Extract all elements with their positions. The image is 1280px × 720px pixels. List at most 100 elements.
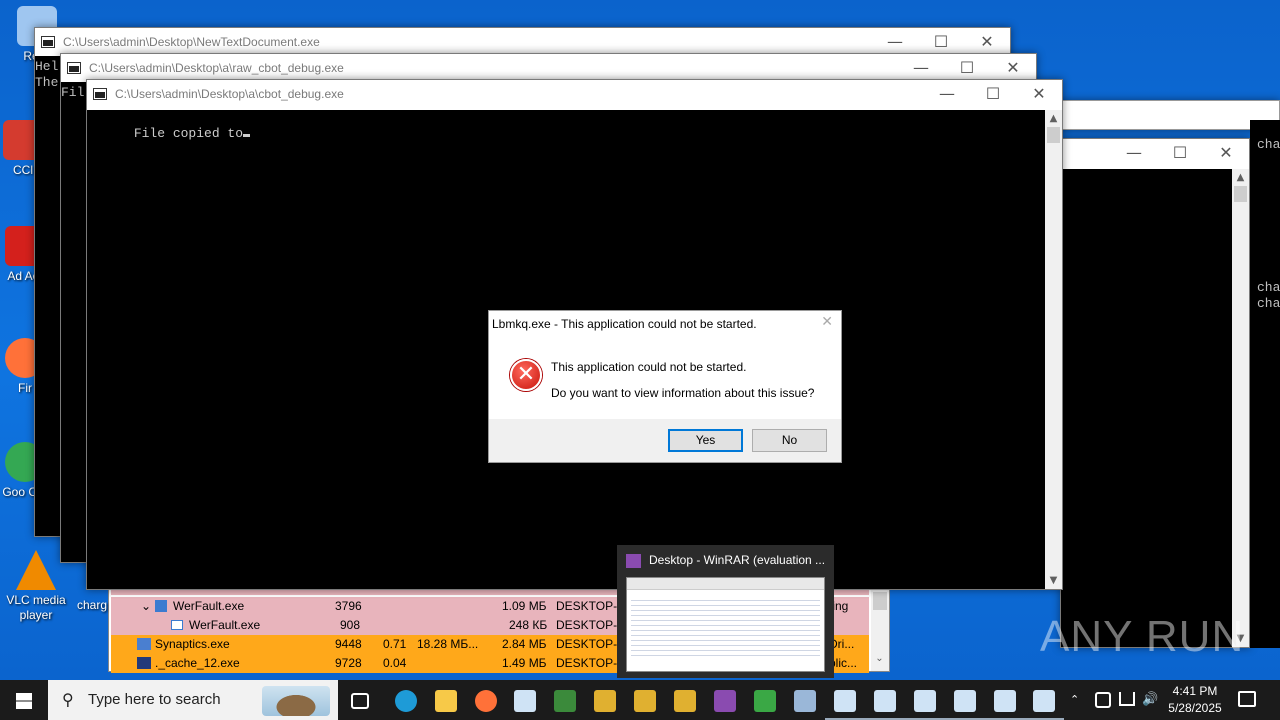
notification-center-icon[interactable] xyxy=(1238,691,1256,707)
dialog-question: Do you want to view information about th… xyxy=(551,386,815,400)
right-console-strip: cha cha cha xyxy=(1250,120,1280,648)
scroll-thumb[interactable] xyxy=(1047,127,1060,143)
window-title: C:\Users\admin\Desktop\a\cbot_debug.exe xyxy=(115,87,344,101)
chip-app-icon xyxy=(554,689,576,712)
taskbar-app-button[interactable] xyxy=(905,680,945,720)
taskbar-app-button[interactable] xyxy=(340,680,380,720)
console-line: File copied to xyxy=(133,126,244,141)
file-explorer-icon xyxy=(435,689,457,712)
console-app-icon xyxy=(41,36,55,48)
process-icon xyxy=(171,620,183,630)
taskbar-app-button[interactable] xyxy=(585,680,625,720)
network-icon[interactable] xyxy=(1119,692,1135,706)
clock-date: 5/28/2025 xyxy=(1168,701,1222,715)
console-window-icon xyxy=(514,689,536,712)
clock-time: 4:41 PM xyxy=(1172,684,1218,698)
vertical-scrollbar[interactable]: ▲ ▼ xyxy=(1232,169,1249,647)
scroll-thumb[interactable] xyxy=(873,592,887,610)
background-console-window[interactable] xyxy=(1040,100,1280,130)
close-button[interactable]: ✕ xyxy=(964,28,1010,56)
title-bar[interactable]: C:\Users\admin\Desktop\a\cbot_debug.exe … xyxy=(87,80,1062,108)
taskbar-app-button[interactable] xyxy=(545,680,585,720)
console-app-icon xyxy=(93,88,107,100)
firefox-icon xyxy=(475,689,497,712)
console-output xyxy=(1061,169,1232,647)
process-icon xyxy=(137,638,151,650)
scroll-up-icon[interactable]: ▲ xyxy=(1045,110,1062,127)
minimize-button[interactable]: — xyxy=(898,54,944,82)
maximize-button[interactable]: ☐ xyxy=(944,54,990,82)
process-icon xyxy=(137,657,151,669)
start-button[interactable] xyxy=(4,680,44,720)
taskbar-app-button[interactable] xyxy=(785,680,825,720)
window-title: C:\Users\admin\Desktop\a\raw_cbot_debug.… xyxy=(89,61,344,75)
scroll-down-icon[interactable]: ⌄ xyxy=(871,650,888,667)
title-bar[interactable]: — ☐ ✕ xyxy=(1061,139,1249,167)
network-app-icon xyxy=(794,689,816,712)
vertical-scrollbar[interactable]: ▲ ▼ xyxy=(1045,110,1062,589)
tray-app-icon[interactable] xyxy=(1095,692,1111,708)
process-icon xyxy=(155,600,167,612)
maximize-button[interactable]: ☐ xyxy=(918,28,964,56)
dialog-close-button[interactable]: ✕ xyxy=(821,314,833,330)
taskbar-app-button[interactable] xyxy=(665,680,705,720)
search-icon: ⚲ xyxy=(62,690,74,709)
yes-button[interactable]: Yes xyxy=(668,429,743,452)
taskbar-app-button[interactable] xyxy=(466,680,506,720)
key-icon xyxy=(594,689,616,712)
close-button[interactable]: ✕ xyxy=(1016,80,1062,108)
background-console-window-2[interactable]: — ☐ ✕ ▲ ▼ xyxy=(1060,138,1250,648)
taskbar-app-button[interactable] xyxy=(825,680,865,720)
vertical-scrollbar[interactable]: ⌄ xyxy=(871,578,889,671)
taskbar-app-button[interactable] xyxy=(945,680,985,720)
thumbnail-toolbar xyxy=(627,578,824,590)
search-box[interactable]: ⚲ Type here to search xyxy=(48,680,338,720)
search-placeholder: Type here to search xyxy=(88,691,221,708)
taskbar-app-button[interactable] xyxy=(985,680,1025,720)
thumbnail-file-list xyxy=(631,596,820,656)
taskbar-app-button[interactable] xyxy=(505,680,545,720)
download-icon xyxy=(874,689,896,712)
console-window-icon xyxy=(954,689,976,712)
desktop: Recy CCl Ad Acr Fir Goo Chr VLC media pl… xyxy=(0,0,1280,680)
taskbar-app-button[interactable] xyxy=(1024,680,1064,720)
taskbar-app-button[interactable] xyxy=(865,680,905,720)
taskbar-thumbnail-preview[interactable]: Desktop - WinRAR (evaluation ... xyxy=(617,545,834,678)
console-window-icon xyxy=(834,689,856,712)
task-view-icon xyxy=(351,692,369,709)
taskbar-app-button[interactable] xyxy=(386,680,426,720)
error-dialog[interactable]: Lbmkq.exe - This application could not b… xyxy=(488,310,842,463)
minimize-button[interactable]: — xyxy=(872,28,918,56)
thumbnail-image xyxy=(626,577,825,672)
taskbar-app-button[interactable] xyxy=(705,680,745,720)
vlc-icon xyxy=(16,550,56,590)
text-cursor xyxy=(243,134,251,137)
h-app-icon xyxy=(754,689,776,712)
taskbar-app-button[interactable] xyxy=(745,680,785,720)
maximize-button[interactable]: ☐ xyxy=(1157,139,1203,167)
watermark: ANY RUN xyxy=(1040,612,1245,661)
no-button[interactable]: No xyxy=(752,429,827,452)
console-window-icon xyxy=(1033,689,1055,712)
taskbar-app-button[interactable] xyxy=(625,680,665,720)
desktop-label-charg: charg xyxy=(77,598,108,612)
scroll-up-icon[interactable]: ▲ xyxy=(1232,169,1249,186)
otter-illustration-icon xyxy=(262,686,330,716)
title-bar[interactable]: C:\Users\admin\Desktop\NewTextDocument.e… xyxy=(35,28,1010,56)
scroll-down-icon[interactable]: ▼ xyxy=(1045,572,1062,589)
scroll-thumb[interactable] xyxy=(1234,186,1247,202)
close-button[interactable]: ✕ xyxy=(990,54,1036,82)
title-bar[interactable]: C:\Users\admin\Desktop\a\raw_cbot_debug.… xyxy=(61,54,1036,82)
show-hidden-icons-button[interactable]: ⌃ xyxy=(1070,680,1088,720)
maximize-button[interactable]: ☐ xyxy=(970,80,1016,108)
clock[interactable]: 4:41 PM 5/28/2025 xyxy=(1160,683,1230,717)
close-button[interactable]: ✕ xyxy=(1203,139,1249,167)
volume-icon[interactable]: 🔊 xyxy=(1142,680,1158,720)
taskbar-app-button[interactable] xyxy=(426,680,466,720)
expand-icon[interactable]: ⌄ xyxy=(141,597,151,616)
dialog-message: This application could not be started. xyxy=(551,360,747,374)
minimize-button[interactable]: — xyxy=(924,80,970,108)
thumbnail-title: Desktop - WinRAR (evaluation ... xyxy=(649,553,826,567)
minimize-button[interactable]: — xyxy=(1111,139,1157,167)
dialog-title: Lbmkq.exe - This application could not b… xyxy=(492,317,757,331)
